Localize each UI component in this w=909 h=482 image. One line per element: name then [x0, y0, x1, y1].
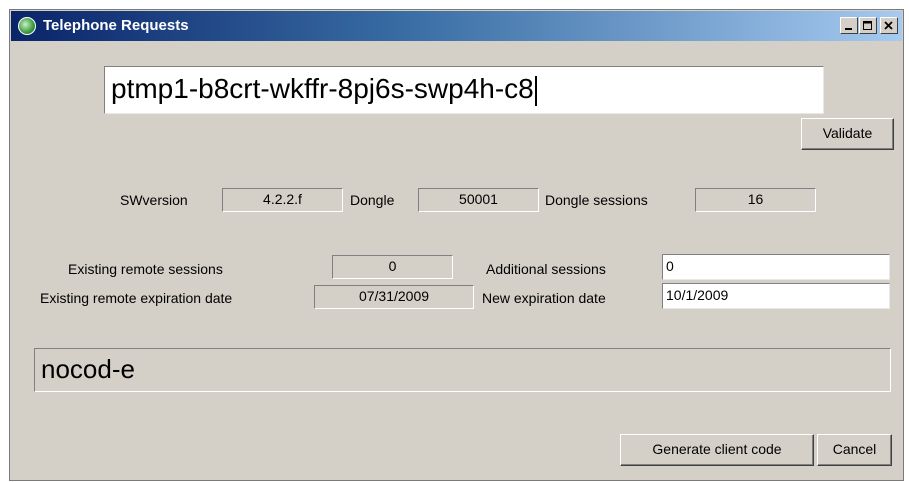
maximize-icon [863, 20, 872, 30]
generated-code-output: nocod-e [34, 348, 891, 392]
additional-sessions-label: Additional sessions [486, 261, 606, 277]
additional-sessions-field[interactable]: 0 [662, 254, 890, 280]
dongle-value: 50001 [418, 188, 539, 212]
request-code-input[interactable]: ptmp1-b8crt-wkffr-8pj6s-swp4h-c8 [104, 66, 824, 114]
minimize-icon [845, 27, 852, 30]
window-title: Telephone Requests [43, 17, 189, 34]
close-icon [884, 20, 893, 30]
app-globe-icon [18, 17, 36, 35]
dongle-sessions-label: Dongle sessions [545, 192, 648, 208]
dongle-label: Dongle [350, 192, 395, 208]
existing-remote-sessions-value: 0 [332, 255, 453, 279]
validate-button[interactable]: Validate [801, 118, 894, 150]
existing-remote-expiration-value: 07/31/2009 [314, 285, 474, 309]
generate-client-code-button[interactable]: Generate client code [620, 434, 814, 466]
dongle-sessions-value: 16 [695, 188, 816, 212]
close-button[interactable] [880, 17, 898, 34]
new-expiration-date-label: New expiration date [482, 290, 606, 306]
existing-remote-sessions-label: Existing remote sessions [68, 261, 223, 277]
minimize-button[interactable] [840, 17, 858, 34]
existing-remote-expiration-label: Existing remote expiration date [40, 290, 233, 306]
text-caret [534, 75, 537, 106]
maximize-button[interactable] [859, 17, 877, 34]
swversion-label: SWversion [120, 192, 188, 208]
title-bar[interactable]: Telephone Requests [11, 11, 902, 41]
request-code-text: ptmp1-b8crt-wkffr-8pj6s-swp4h-c8 [111, 73, 534, 104]
new-expiration-date-field[interactable]: 10/1/2009 [662, 283, 890, 309]
cancel-button[interactable]: Cancel [817, 434, 892, 466]
swversion-value: 4.2.2.f [222, 188, 343, 212]
telephone-requests-window: Telephone Requests ptmp1-b8crt-wkffr-8pj… [9, 9, 904, 481]
